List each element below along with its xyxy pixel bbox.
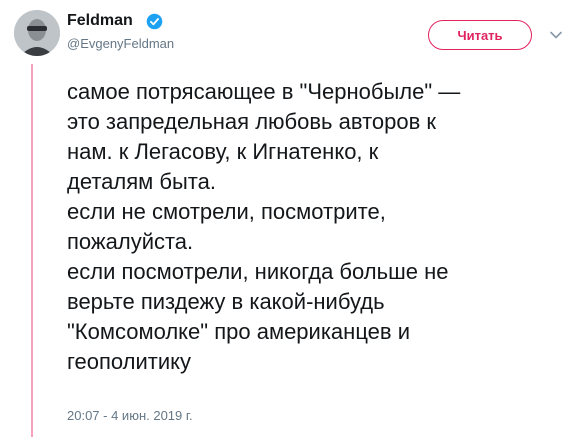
user-handle[interactable]: @EvgenyFeldman xyxy=(67,36,174,51)
tweet-line: если посмотрели, никогда больше не xyxy=(67,259,449,284)
chevron-down-icon[interactable] xyxy=(547,26,565,44)
tweet-line: "Комсомолке" про американцев и xyxy=(67,319,410,344)
avatar[interactable] xyxy=(14,10,60,56)
tweet-line: нам. к Легасову, к Игнатенко, к xyxy=(67,139,379,164)
tweet-line: пожалуйста. xyxy=(67,229,194,254)
tweet-line: если не смотрели, посмотрите, xyxy=(67,199,386,224)
tweet-text: самое потрясающее в "Чернобыле" — это за… xyxy=(67,77,567,377)
tweet-line: деталям быта. xyxy=(67,169,216,194)
verified-badge-icon xyxy=(146,13,163,30)
tweet-line: геополитику xyxy=(67,349,192,374)
display-name[interactable]: Feldman xyxy=(67,12,133,30)
thread-line xyxy=(31,64,33,437)
tweet-line: самое потрясающее в "Чернобыле" — xyxy=(67,79,461,104)
tweet-line: верьте пиздежу в какой-нибудь xyxy=(67,289,385,314)
follow-button[interactable]: Читать xyxy=(428,20,532,50)
tweet-line: это запредельная любовь авторов к xyxy=(67,109,437,134)
tweet-timestamp[interactable]: 20:07 - 4 июн. 2019 г. xyxy=(67,408,193,423)
